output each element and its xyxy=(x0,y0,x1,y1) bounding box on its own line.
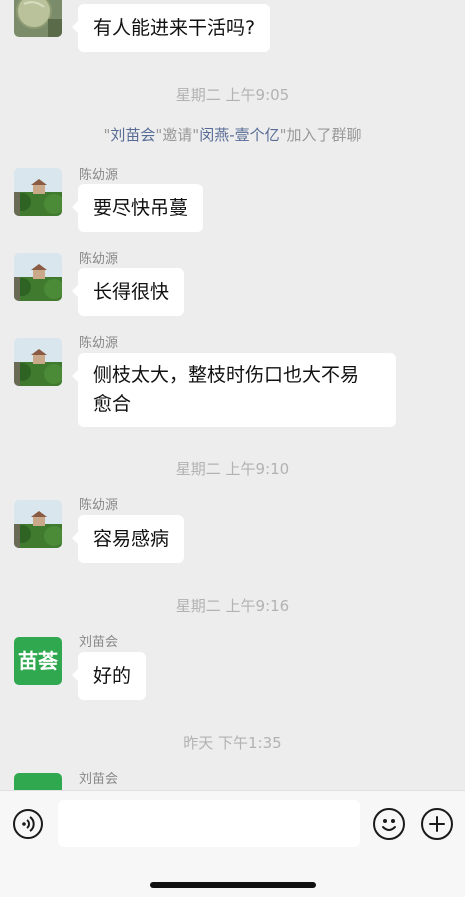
timestamp: 昨天 下午1:35 xyxy=(183,734,282,752)
landscape-avatar-image xyxy=(14,500,62,548)
timestamp: 星期二 上午9:16 xyxy=(175,597,290,615)
message-text: 容易感病 xyxy=(93,528,170,550)
home-indicator[interactable] xyxy=(150,882,316,888)
sender-name: 陈幼源 xyxy=(79,168,119,183)
landscape-avatar-image xyxy=(14,168,62,216)
message-text: 好的 xyxy=(93,665,132,687)
sender-name: 刘苗会 xyxy=(79,772,119,787)
message-bubble[interactable]: 容易感病 xyxy=(71,515,185,563)
more-options-button[interactable] xyxy=(421,808,453,840)
avatar[interactable] xyxy=(14,168,62,216)
message-text-line: 愈合 xyxy=(93,393,132,415)
message-text: 要尽快吊蔓 xyxy=(93,197,189,219)
voice-icon xyxy=(22,816,35,832)
melon-avatar-image xyxy=(14,0,62,37)
avatar[interactable] xyxy=(14,773,62,790)
message-text: 长得很快 xyxy=(93,281,170,303)
invitee-name-link[interactable]: 闵燕-壹个亿 xyxy=(199,126,279,144)
sender-name: 刘苗会 xyxy=(79,635,119,650)
sender-name: 陈幼源 xyxy=(79,498,119,513)
message-bubble[interactable]: 好的 xyxy=(71,652,147,700)
voice-button[interactable] xyxy=(13,809,43,839)
sender-name: 陈幼源 xyxy=(79,252,119,267)
avatar[interactable] xyxy=(14,0,62,37)
message-text: 有人能进来干活吗? xyxy=(93,17,256,39)
message-bubble[interactable]: 侧枝太大，整枝时伤口也大不易 愈合 xyxy=(72,353,396,427)
chat-message-list[interactable]: 有人能进来干活吗? 星期二 上午9:05 "刘苗会"邀请"闵燕-壹个亿"加入了群… xyxy=(0,0,465,790)
avatar[interactable]: 苗荟 xyxy=(14,637,62,685)
message-text-line: 侧枝太大，整枝时伤口也大不易 xyxy=(93,364,360,386)
input-bar xyxy=(0,790,465,897)
brand-logo-text: 苗荟 xyxy=(18,649,58,673)
sender-name: 陈幼源 xyxy=(79,336,119,351)
message-bubble[interactable]: 有人能进来干活吗? xyxy=(71,4,271,52)
inviter-name-link[interactable]: 刘苗会 xyxy=(110,126,155,144)
avatar[interactable] xyxy=(14,253,62,301)
system-message: "刘苗会"邀请"闵燕-壹个亿"加入了群聊 xyxy=(103,126,362,144)
timestamp: 星期二 上午9:05 xyxy=(175,86,290,104)
emoji-button[interactable] xyxy=(373,808,405,840)
landscape-avatar-image xyxy=(14,253,62,301)
avatar[interactable] xyxy=(14,500,62,548)
landscape-avatar-image xyxy=(14,338,62,386)
message-bubble[interactable]: 长得很快 xyxy=(71,268,185,316)
emoji-icon xyxy=(382,819,396,831)
message-input[interactable] xyxy=(58,800,360,847)
timestamp: 星期二 上午9:10 xyxy=(175,460,290,478)
avatar[interactable] xyxy=(14,338,62,386)
plus-icon xyxy=(429,816,445,832)
message-bubble[interactable]: 要尽快吊蔓 xyxy=(71,184,204,232)
